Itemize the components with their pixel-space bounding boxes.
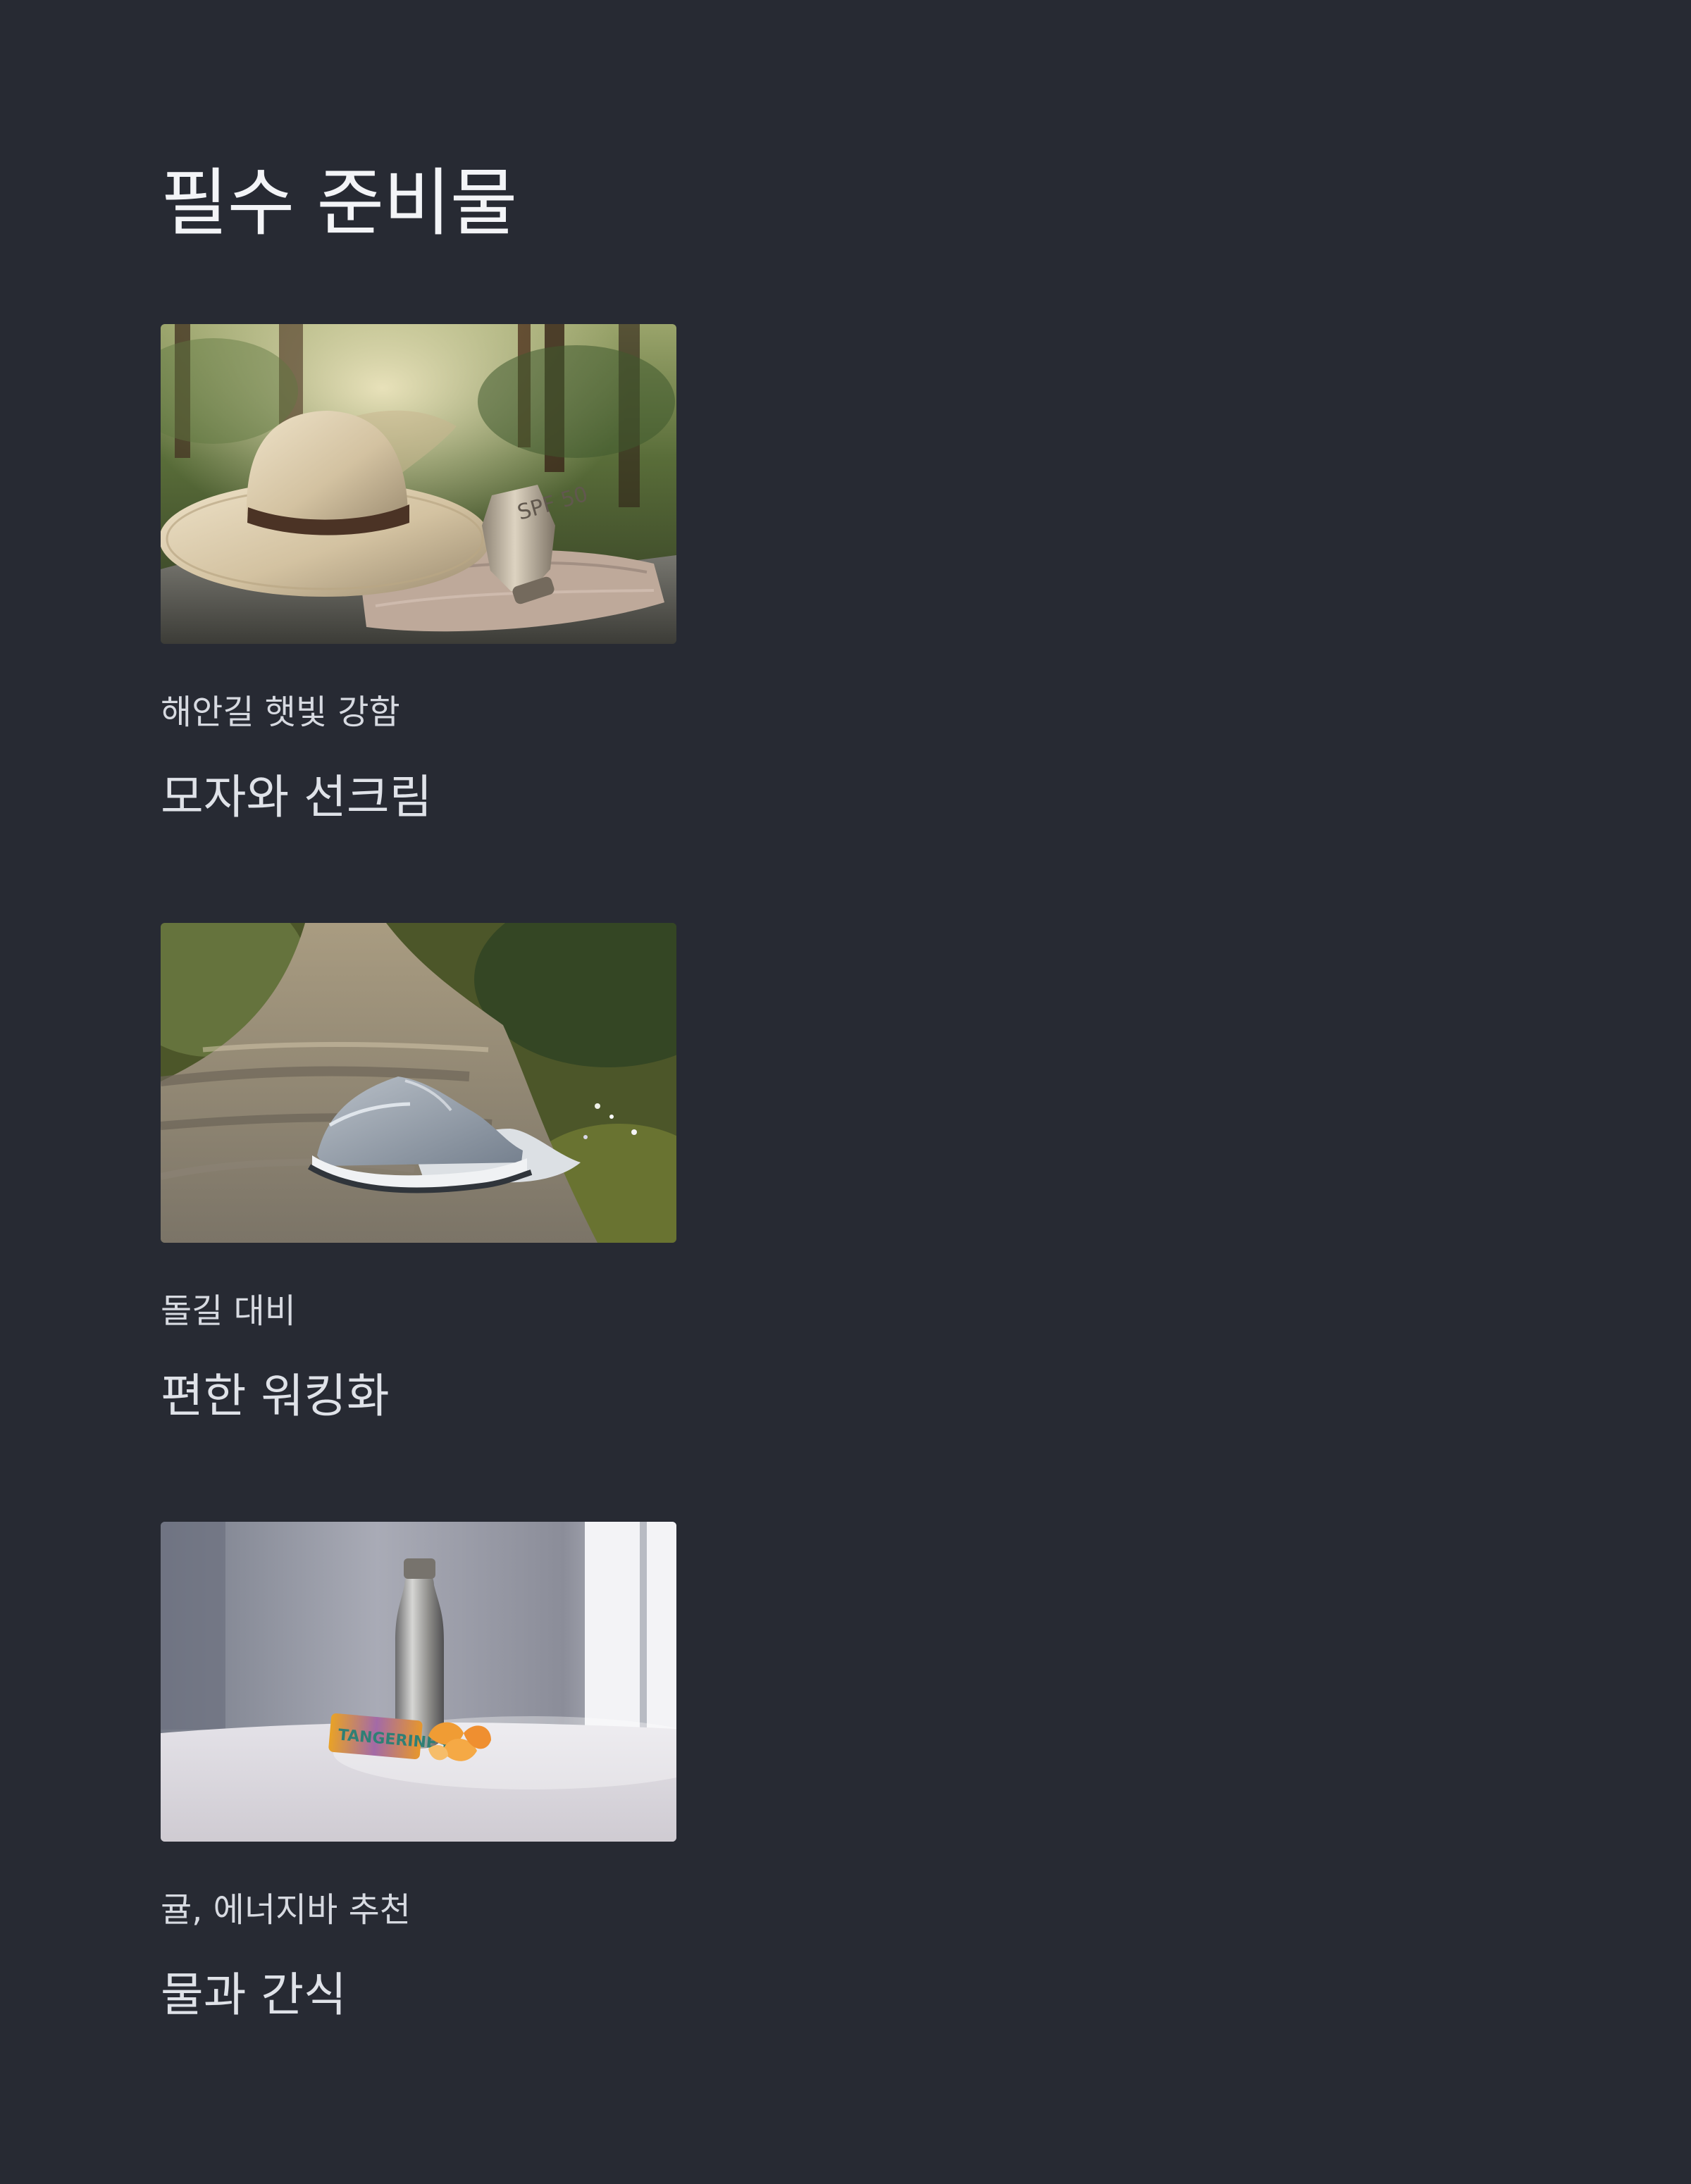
water-and-snacks-image: TANGERINES [161, 1522, 676, 1842]
item-title: 편한 워킹화 [161, 1369, 390, 1423]
essentials-page: 필수 준비물 SPF 50 해안길 햇빛 강함 모자와 선크림 돌길 대비 편한… [0, 0, 1691, 2184]
item-subtitle: 해안길 햇빛 강함 [161, 693, 400, 732]
item-title: 모자와 선크림 [161, 770, 433, 824]
walking-shoes-image [161, 923, 676, 1243]
item-subtitle: 귤, 에너지바 추천 [161, 1890, 411, 1930]
essential-item-water-snacks[interactable]: TANGERINES 귤, 에너지바 추천 물과 간식 [161, 1522, 676, 2022]
essential-item-hat-sunscreen[interactable]: SPF 50 해안길 햇빛 강함 모자와 선크림 [161, 324, 676, 824]
essential-item-walking-shoes[interactable]: 돌길 대비 편한 워킹화 [161, 923, 676, 1423]
item-subtitle: 돌길 대비 [161, 1291, 296, 1331]
page-title: 필수 준비물 [161, 160, 517, 246]
hat-and-sunscreen-image: SPF 50 [161, 324, 676, 644]
item-title: 물과 간식 [161, 1968, 347, 2022]
